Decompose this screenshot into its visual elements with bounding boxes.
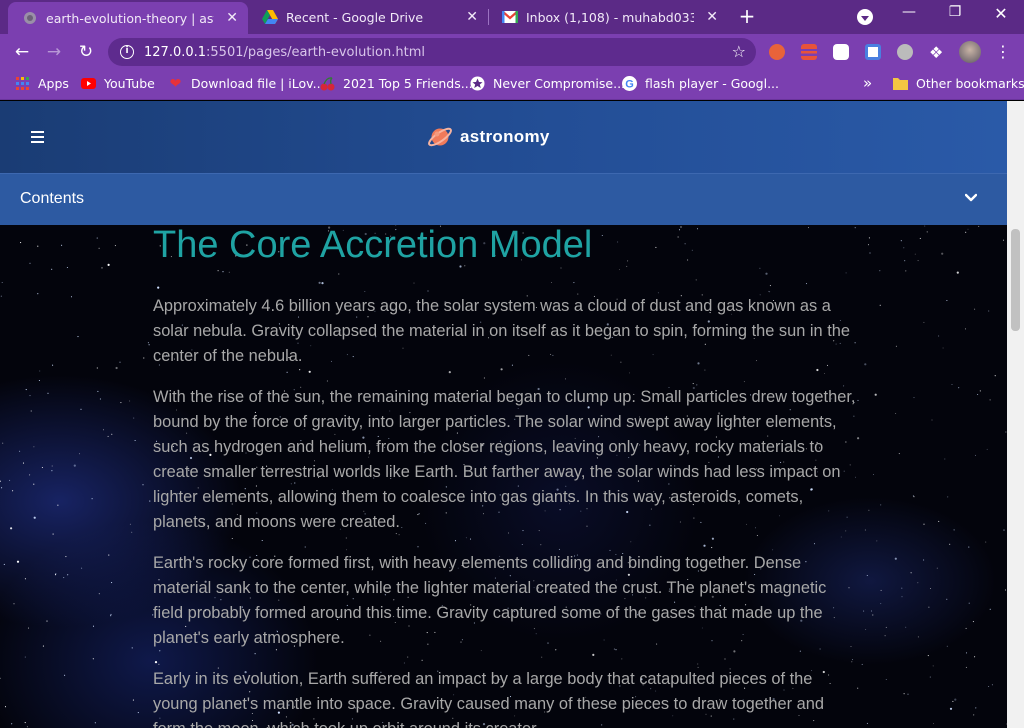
close-tab-icon[interactable]: ✕ — [226, 10, 238, 26]
heart-icon: ❤ — [169, 75, 182, 92]
bookmark-star-icon[interactable]: ☆ — [732, 42, 746, 61]
site-brand-name: astronomy — [460, 127, 550, 146]
extension-globe-icon[interactable] — [897, 44, 913, 60]
site-header: astronomy — [0, 101, 1007, 173]
forward-button[interactable]: → — [43, 42, 65, 62]
bookmark-label: Other bookmarks — [916, 76, 1024, 91]
page-scrollbar[interactable] — [1007, 101, 1024, 728]
section-heading: The Core Accretion Model — [153, 224, 593, 266]
bookmark-flash-player[interactable]: G flash player - Googl... — [622, 76, 779, 91]
globe-icon — [22, 10, 38, 26]
article-paragraph: Approximately 4.6 billion years ago, the… — [153, 297, 850, 365]
back-button[interactable]: ← — [11, 42, 33, 62]
close-tab-icon[interactable]: ✕ — [466, 9, 478, 25]
article-paragraph: Earth's rocky core formed first, with he… — [153, 554, 827, 647]
google-icon: G — [622, 76, 637, 91]
shield-icon — [470, 76, 485, 91]
chevron-down-icon — [965, 193, 977, 202]
hamburger-menu-icon[interactable] — [31, 131, 44, 143]
scrollbar-thumb[interactable] — [1011, 229, 1020, 331]
youtube-icon — [81, 76, 96, 91]
chevron-down-icon — [861, 15, 869, 21]
tab-gmail[interactable]: Inbox (1,108) - muhabd0336@gmail.com ✕ — [488, 0, 728, 34]
apps-grid-icon — [15, 76, 30, 91]
url-text: 127.0.0.1:5501/pages/earth-evolution.htm… — [144, 44, 425, 60]
close-window-button[interactable]: ✕ — [988, 4, 1014, 23]
folder-icon — [893, 76, 908, 91]
browser-toolbar: ← → ↻ i 127.0.0.1:5501/pages/earth-evolu… — [0, 34, 1024, 70]
extension-infinity-icon[interactable] — [769, 44, 785, 60]
site-logo[interactable]: astronomy — [426, 123, 550, 151]
bookmark-youtube[interactable]: YouTube — [81, 76, 155, 91]
contents-label: Contents — [20, 190, 85, 207]
page-viewport: The Core Accretion Model Approximately 4… — [0, 101, 1007, 728]
bookmark-label: Never Compromise... — [493, 76, 626, 91]
tab-google-drive[interactable]: Recent - Google Drive ✕ — [248, 0, 488, 34]
tab-title: Inbox (1,108) - muhabd0336@gmail.com — [526, 9, 694, 25]
close-tab-icon[interactable]: ✕ — [706, 9, 718, 25]
tab-strip: earth-evolution-theory | astronomy ✕ Rec… — [0, 0, 1024, 34]
bookmarks-bar: Apps YouTube ❤ Download file | iLov... 2… — [0, 70, 1024, 100]
tab-title: Recent - Google Drive — [286, 9, 424, 25]
svg-text:G: G — [625, 79, 634, 91]
bookmark-top5-friends[interactable]: 2021 Top 5 Friends... — [320, 76, 473, 91]
google-drive-icon — [262, 9, 278, 25]
cherry-icon — [320, 76, 335, 91]
extension-cloud-icon[interactable] — [833, 44, 849, 60]
extension-screen-icon[interactable] — [865, 44, 881, 60]
new-tab-button[interactable]: + — [736, 6, 758, 26]
address-bar[interactable]: i 127.0.0.1:5501/pages/earth-evolution.h… — [108, 38, 756, 66]
tab-earth-evolution[interactable]: earth-evolution-theory | astronomy ✕ — [8, 2, 248, 34]
restore-button[interactable]: ❐ — [942, 4, 968, 20]
reload-button[interactable]: ↻ — [75, 42, 97, 62]
bookmark-apps[interactable]: Apps — [15, 76, 69, 91]
contents-dropdown[interactable]: Contents — [0, 173, 1007, 225]
extension-stripes-icon[interactable] — [801, 44, 817, 60]
site-info-icon[interactable]: i — [120, 45, 134, 59]
bookmark-label: Download file | iLov... — [191, 76, 325, 91]
bookmark-ilovepdf[interactable]: ❤ Download file | iLov... — [168, 75, 325, 92]
other-bookmarks-folder[interactable]: Other bookmarks — [893, 76, 1024, 91]
puzzle-icon[interactable]: ❖ — [929, 43, 945, 62]
article-paragraph: With the rise of the sun, the remaining … — [153, 388, 856, 531]
article: The Core Accretion Model Approximately 4… — [153, 224, 858, 728]
article-paragraph: Early in its evolution, Earth suffered a… — [153, 670, 824, 728]
bookmark-label: YouTube — [104, 76, 155, 91]
tab-title: earth-evolution-theory | astronomy — [46, 10, 214, 26]
bookmark-label: 2021 Top 5 Friends... — [343, 76, 473, 91]
bookmarks-overflow-button[interactable]: » — [863, 74, 872, 92]
bookmark-label: flash player - Googl... — [645, 76, 780, 91]
minimize-button[interactable]: — — [896, 4, 922, 20]
gmail-icon — [502, 9, 518, 25]
bookmark-label: Apps — [38, 76, 69, 91]
planet-logo-icon — [428, 127, 452, 147]
menu-kebab-icon[interactable]: ⋮ — [995, 42, 1011, 61]
tab-search-button[interactable] — [857, 9, 873, 25]
bookmark-never-compromise[interactable]: Never Compromise... — [470, 76, 625, 91]
avatar[interactable] — [959, 41, 981, 63]
